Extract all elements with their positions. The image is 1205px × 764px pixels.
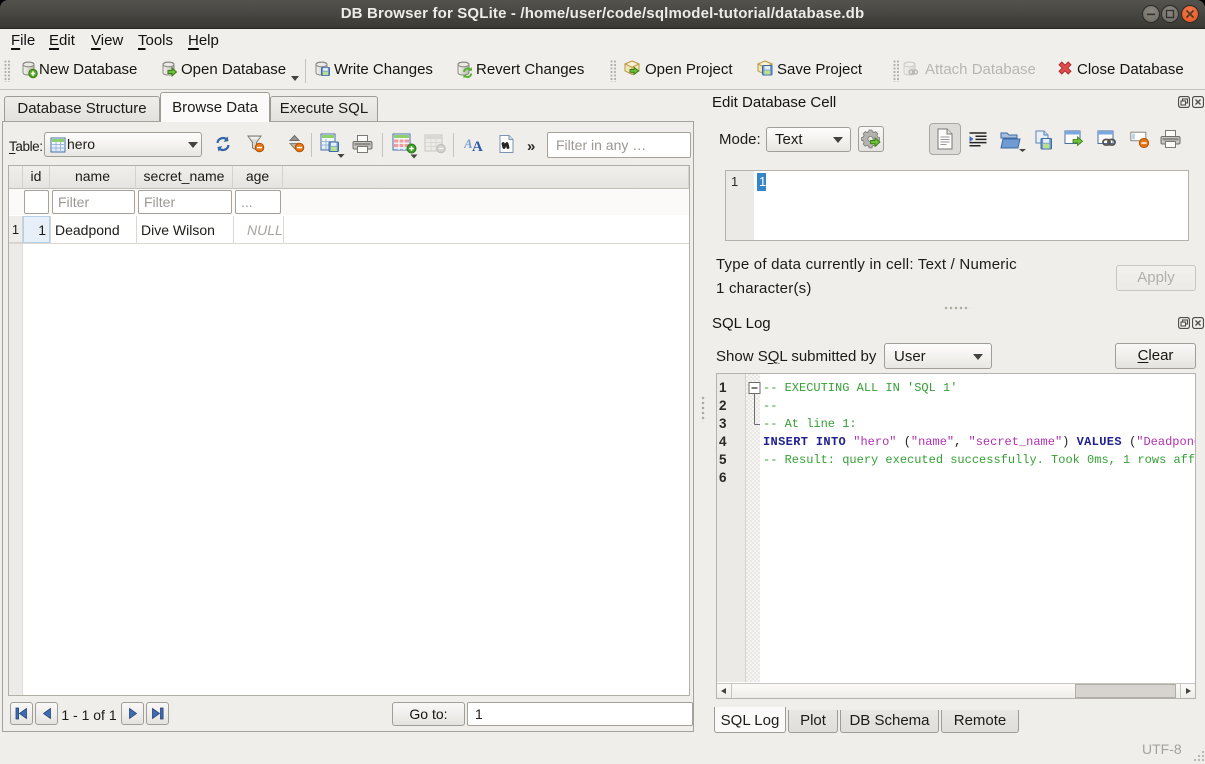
svg-text:A: A [472, 139, 483, 153]
